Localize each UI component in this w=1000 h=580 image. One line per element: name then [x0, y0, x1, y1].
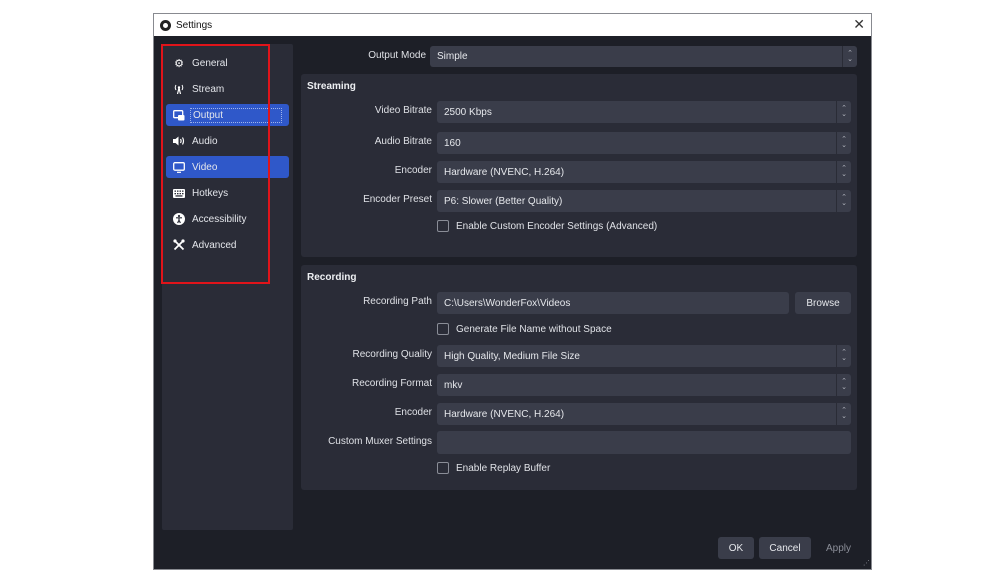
chevron-updown-icon: ⌃ ⌄: [836, 374, 851, 396]
sidebar-item-output[interactable]: Output: [166, 104, 289, 126]
sidebar-item-label: Accessibility: [192, 213, 247, 225]
chevron-updown-icon: ⌃ ⌄: [836, 403, 851, 425]
recording-quality-label: Recording Quality: [352, 349, 432, 360]
streaming-title: Streaming: [307, 81, 356, 92]
sidebar-item-general[interactable]: ⚙ General: [166, 52, 289, 74]
sidebar-item-label: Audio: [192, 135, 218, 147]
chevron-updown-icon: ⌃ ⌄: [836, 161, 851, 183]
gear-icon: ⚙: [174, 57, 184, 70]
monitor-icon: [172, 160, 186, 174]
sidebar-item-audio[interactable]: Audio: [166, 130, 289, 152]
obs-logo-icon: [160, 19, 171, 31]
sidebar-item-video[interactable]: Video: [166, 156, 289, 178]
audio-bitrate-value: 160: [444, 137, 461, 149]
checkbox-box[interactable]: [437, 462, 449, 474]
audio-bitrate-label: Audio Bitrate: [374, 136, 432, 147]
speaker-icon: [172, 134, 186, 148]
accessibility-icon: [172, 212, 186, 226]
sidebar-item-label: Stream: [192, 83, 225, 95]
custom-muxer-label: Custom Muxer Settings: [328, 436, 432, 447]
no-space-filename-checkbox[interactable]: Generate File Name without Space: [437, 323, 612, 335]
checkbox-box[interactable]: [437, 323, 449, 335]
chevron-updown-icon: ⌃ ⌄: [842, 46, 857, 67]
custom-muxer-input[interactable]: [437, 431, 851, 454]
recording-path-value: C:\Users\WonderFox\Videos: [444, 297, 571, 309]
recording-encoder-select[interactable]: Hardware (NVENC, H.264) ⌃ ⌄: [437, 403, 851, 425]
recording-quality-value: High Quality, Medium File Size: [444, 350, 580, 362]
sidebar-item-label: Video: [192, 161, 218, 173]
close-icon[interactable]: ✕: [853, 17, 865, 31]
recording-path-input[interactable]: C:\Users\WonderFox\Videos: [437, 292, 789, 314]
recording-format-select[interactable]: mkv ⌃ ⌄: [437, 374, 851, 396]
cancel-button[interactable]: Cancel: [759, 537, 811, 559]
keyboard-icon: [172, 186, 186, 200]
window-title: Settings: [176, 19, 213, 31]
output-mode-select[interactable]: Simple ⌃ ⌄: [430, 46, 857, 67]
sidebar-item-advanced[interactable]: Advanced: [166, 234, 289, 256]
video-bitrate-spinbox[interactable]: 2500 Kbps ⌃ ⌄: [437, 101, 851, 123]
browse-button[interactable]: Browse: [795, 292, 851, 314]
recording-format-value: mkv: [444, 379, 463, 391]
stream-encoder-select[interactable]: Hardware (NVENC, H.264) ⌃ ⌄: [437, 161, 851, 183]
sidebar-item-label: Output: [190, 107, 282, 123]
output-mode-value: Simple: [437, 51, 468, 62]
recording-title: Recording: [307, 272, 357, 283]
sidebar-item-label: General: [192, 57, 228, 69]
output-mode-label: Output Mode: [368, 50, 426, 61]
title-bar: Settings ✕: [154, 14, 871, 36]
video-bitrate-value: 2500 Kbps: [444, 106, 492, 118]
output-icon: [172, 108, 186, 122]
encoder-preset-select[interactable]: P6: Slower (Better Quality) ⌃ ⌄: [437, 190, 851, 212]
settings-window: Settings ✕ ⚙ General Stream Output Audio: [153, 13, 872, 570]
chevron-updown-icon: ⌃ ⌄: [836, 345, 851, 367]
replay-buffer-checkbox[interactable]: Enable Replay Buffer: [437, 462, 550, 474]
stream-encoder-label: Encoder: [394, 165, 432, 176]
encoder-preset-label: Encoder Preset: [363, 194, 432, 205]
sidebar-item-stream[interactable]: Stream: [166, 78, 289, 100]
recording-path-label: Recording Path: [363, 296, 432, 307]
recording-format-label: Recording Format: [351, 378, 432, 389]
encoder-preset-value: P6: Slower (Better Quality): [444, 195, 563, 207]
custom-encoder-label: Enable Custom Encoder Settings (Advanced…: [456, 220, 658, 232]
custom-encoder-checkbox[interactable]: Enable Custom Encoder Settings (Advanced…: [437, 220, 657, 232]
sidebar-item-label: Hotkeys: [192, 187, 229, 199]
stream-encoder-value: Hardware (NVENC, H.264): [444, 166, 565, 178]
sidebar-item-accessibility[interactable]: Accessibility: [166, 208, 289, 230]
recording-encoder-value: Hardware (NVENC, H.264): [444, 408, 565, 420]
no-space-filename-label: Generate File Name without Space: [456, 323, 612, 335]
sidebar-item-label: Advanced: [192, 239, 237, 251]
ok-button[interactable]: OK: [718, 537, 754, 559]
sidebar-item-hotkeys[interactable]: Hotkeys: [166, 182, 289, 204]
antenna-icon: [172, 82, 186, 96]
apply-button[interactable]: Apply: [816, 537, 861, 559]
checkbox-box[interactable]: [437, 220, 449, 232]
audio-bitrate-select[interactable]: 160 ⌃ ⌄: [437, 132, 851, 154]
chevron-updown-icon[interactable]: ⌃ ⌄: [836, 101, 851, 123]
video-bitrate-label: Video Bitrate: [374, 105, 432, 116]
resize-grip-icon[interactable]: ⋰: [863, 560, 870, 567]
tools-icon: [172, 238, 186, 252]
chevron-updown-icon: ⌃ ⌄: [836, 132, 851, 154]
chevron-updown-icon: ⌃ ⌄: [836, 190, 851, 212]
recording-quality-select[interactable]: High Quality, Medium File Size ⌃ ⌄: [437, 345, 851, 367]
recording-encoder-label: Encoder: [394, 407, 432, 418]
settings-sidebar: ⚙ General Stream Output Audio Video Hotk…: [162, 44, 293, 530]
replay-buffer-label: Enable Replay Buffer: [456, 462, 551, 474]
